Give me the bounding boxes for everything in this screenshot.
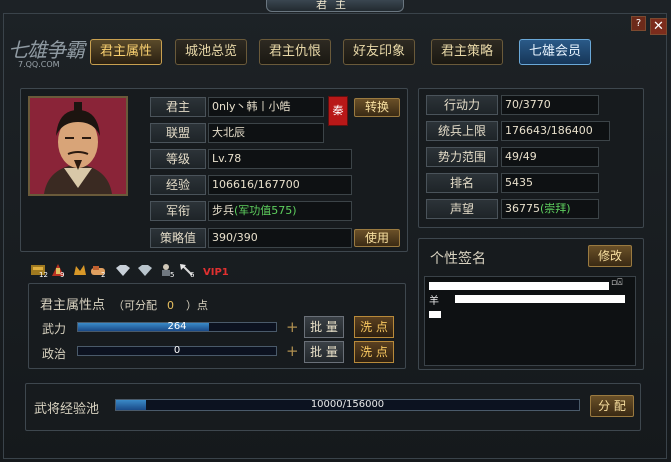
edit-signature-button[interactable]: 修改 [588,245,632,267]
diamond-icon-1 [116,265,130,276]
distribute-button[interactable]: 分 配 [590,395,634,417]
allocatable-value: 0 [167,299,175,312]
politics-value: 0 [173,345,181,356]
attribute-points-header: 君主属性点 （可分配 0 ）点 [40,294,208,313]
prestige-label: 声望 [426,199,498,219]
force-bar[interactable]: 264 [77,322,277,332]
prestige-number: 36775 [505,202,540,215]
lord-window: 君主 ? ✕ 七雄争霸 7.QQ.COM 君主属性 城池总览 君主仇恨 好友印象… [0,0,671,462]
force-wash-button[interactable]: 洗 点 [354,316,394,338]
force-plus-icon[interactable]: + [286,320,299,335]
vip-badge: VIP1 [203,267,229,278]
tab-lord-attributes[interactable]: 君主属性 [90,39,162,65]
force-batch-button[interactable]: 批 量 [304,316,344,338]
close-button[interactable]: ✕ [650,18,667,35]
military-rank-name: 步兵 [212,204,234,217]
switch-button[interactable]: 转换 [354,98,400,117]
nation-seal: 秦 [328,96,348,126]
level-value: Lv.78 [208,149,352,169]
soldier-icon [162,264,170,276]
tab-vip-member[interactable]: 七雄会员 [519,39,591,65]
exp-label: 经验 [150,175,206,195]
help-button[interactable]: ? [631,16,646,31]
exp-pool-label: 武将经验池 [34,402,100,417]
lord-name-value: 0nly丶韩丨小皓 [208,97,324,117]
badge-row: 12 9 2 5 6 VIP1 [30,262,240,279]
signature-textarea[interactable]: ▫⍓ 羊 [424,276,636,366]
strategy-value: 390/390 [208,228,352,248]
exp-pool-value: 10000/156000 [310,399,385,410]
prestige-value: 36775(崇拜) [501,199,599,219]
ranking-label: 排名 [426,173,498,193]
action-power-label: 行动力 [426,95,498,115]
badge-num-4: 5 [170,271,174,278]
signature-line-3 [429,311,441,318]
level-label: 等级 [150,149,206,169]
tab-city-overview[interactable]: 城池总览 [175,39,247,65]
badge-icons: 12 9 2 5 6 VIP1 [31,264,229,279]
military-rank-label: 军衔 [150,201,206,221]
exp-value: 106616/167700 [208,175,352,195]
portrait-image [30,98,126,194]
influence-label: 势力范围 [426,147,498,167]
allocatable-close: ）点 [186,299,209,312]
badge-num-2: 9 [60,271,64,278]
alliance-value: 大北辰 [208,123,324,143]
politics-plus-icon[interactable]: + [286,344,299,359]
politics-batch-button[interactable]: 批 量 [304,341,344,363]
politics-wash-button[interactable]: 洗 点 [354,341,394,363]
crown-icon [74,265,86,275]
diamond-icon-2 [138,265,152,276]
exp-pool-bar: 10000/156000 [115,399,580,411]
attr-name-force: 武力 [42,322,67,336]
signature-line-1 [429,282,609,290]
badge-num-1: 12 [39,271,48,278]
tab-lord-hatred[interactable]: 君主仇恨 [259,39,331,65]
allocatable-open: （可分配 [113,299,158,312]
lord-portrait [28,96,128,196]
game-logo: 七雄争霸 7.QQ.COM [8,38,85,72]
attr-name-politics: 政治 [42,347,67,361]
attribute-points-title: 君主属性点 [40,298,106,313]
badge-num-3: 2 [101,271,105,278]
alliance-label: 联盟 [150,123,206,143]
window-title: 君主 [316,0,354,10]
use-strategy-button[interactable]: 使用 [354,229,400,247]
ranking-value: 5435 [501,173,599,193]
tab-friend-impression[interactable]: 好友印象 [343,39,415,65]
force-value: 264 [167,321,187,332]
signature-line-2 [455,295,625,303]
politics-bar[interactable]: 0 [77,346,277,356]
military-rank-value: 步兵(军功值575) [208,201,352,221]
tab-lord-strategy[interactable]: 君主策略 [431,39,503,65]
influence-value: 49/49 [501,147,599,167]
window-title-tab: 君主 [266,0,404,12]
signature-line-2-prefix: 羊 [429,296,439,307]
signature-glyph-1: ▫⍓ [611,278,623,288]
action-power-value: 70/3770 [501,95,599,115]
troop-limit-label: 统兵上限 [426,121,498,141]
troop-limit-value: 176643/186400 [501,121,610,141]
prestige-title: (崇拜) [540,202,571,215]
logo-title: 七雄争霸 [8,38,85,62]
signature-title: 个性签名 [430,251,486,267]
strategy-label: 策略值 [150,228,206,248]
military-merit: (军功值575) [234,204,297,217]
lord-label: 君主 [150,97,206,117]
badge-num-5: 6 [190,271,195,278]
